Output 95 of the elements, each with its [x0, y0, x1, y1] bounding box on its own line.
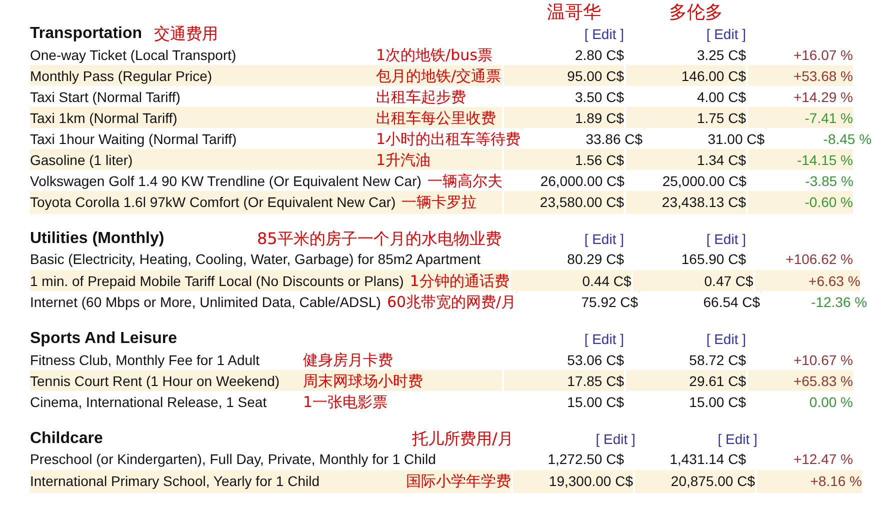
- item-label: Toyota Corolla 1.6l 97kW Comfort (Or Equivalent New Car): [30, 192, 396, 212]
- item-label: Gasoline (1 liter): [30, 150, 133, 170]
- city-label: 温哥华: [547, 4, 601, 22]
- price-value: 1.89 C$: [574, 108, 624, 128]
- annotation-note: 交通费用: [154, 23, 218, 45]
- difference-value: +106.62 %: [786, 250, 853, 269]
- price-value: 3.50 C$: [574, 88, 624, 107]
- annotation-note: 周末网球场小时费: [303, 371, 423, 392]
- difference-value: +65.83 %: [793, 372, 853, 391]
- difference-value: +53.68 %: [793, 66, 853, 86]
- item-label: Basic (Electricity, Heating, Cooling, Water, Garbage) for 85m2 Apartment: [30, 250, 481, 269]
- difference-value: +12.47 %: [793, 450, 853, 469]
- section-title: Childcare: [30, 429, 103, 449]
- price-value: 2.80 C$: [574, 46, 624, 65]
- edit-link[interactable]: [ Edit ]: [706, 330, 746, 346]
- item-label: Taxi 1hour Waiting (Normal Tariff): [30, 130, 237, 149]
- difference-value: -12.36 %: [811, 292, 868, 312]
- annotation-note: 1一张电影票: [303, 392, 388, 413]
- price-value: 17.85 C$: [567, 372, 624, 391]
- price-value: 23,438.13 C$: [662, 192, 746, 212]
- annotation-note: 1升汽油: [376, 150, 431, 171]
- difference-value: +16.07 %: [793, 46, 853, 65]
- annotation-note: 包月的地铁/交通票: [376, 66, 502, 87]
- price-value: 146.00 C$: [681, 66, 746, 86]
- difference-value: +10.67 %: [793, 350, 853, 370]
- price-value: 1.34 C$: [696, 150, 746, 170]
- item-label: Taxi Start (Normal Tariff): [30, 88, 180, 107]
- section-title: Utilities (Monthly): [30, 229, 164, 249]
- item-label: Cinema, International Release, 1 Seat: [30, 392, 267, 412]
- price-value: 53.06 C$: [567, 350, 624, 370]
- annotation-note: 出租车每公里收费: [376, 108, 496, 129]
- annotation-note: 1分钟的通话费: [410, 271, 510, 292]
- item-label: 1 min. of Prepaid Mobile Tariff Local (No Discounts or Plans): [30, 272, 404, 291]
- city-label: 多伦多: [669, 4, 723, 22]
- price-value: 95.00 C$: [567, 66, 624, 86]
- price-value: 1.75 C$: [696, 108, 746, 128]
- price-value: 3.25 C$: [696, 46, 746, 65]
- difference-value: -0.60 %: [804, 192, 853, 212]
- edit-link[interactable]: [ Edit ]: [584, 230, 624, 246]
- edit-link[interactable]: [ Edit ]: [706, 230, 746, 246]
- annotation-note: 一辆卡罗拉: [402, 192, 477, 213]
- item-label: Fitness Club, Monthly Fee for 1 Adult: [30, 350, 260, 370]
- difference-value: +14.29 %: [793, 88, 853, 107]
- price-value: 20,875.00 C$: [670, 472, 755, 491]
- price-value: 31.00 C$: [708, 130, 765, 149]
- item-label: Preschool (or Kindergarten), Full Day, Private, Monthly for 1 Child: [30, 450, 436, 469]
- edit-link[interactable]: [ Edit ]: [584, 26, 624, 42]
- item-label: One-way Ticket (Local Transport): [30, 46, 236, 65]
- item-label: International Primary School, Yearly for 1 Child: [30, 472, 320, 491]
- price-value: 1.56 C$: [574, 150, 624, 170]
- price-value: 0.44 C$: [582, 272, 632, 291]
- edit-link[interactable]: [ Edit ]: [584, 330, 624, 346]
- annotation-note: 85平米的房子一个月的水电物业费: [257, 228, 502, 250]
- price-value: 33.86 C$: [586, 130, 643, 149]
- price-value: 1,272.50 C$: [548, 450, 624, 469]
- edit-link[interactable]: [ Edit ]: [706, 26, 746, 42]
- price-value: 58.72 C$: [689, 350, 746, 370]
- item-label: Tennis Court Rent (1 Hour on Weekend): [30, 372, 280, 391]
- difference-value: 0.00 %: [809, 392, 853, 412]
- price-value: 25,000.00 C$: [662, 172, 746, 191]
- annotation-note: 1次的地铁/bus票: [376, 45, 492, 66]
- price-value: 29.61 C$: [689, 372, 746, 391]
- item-label: Taxi 1km (Normal Tariff): [30, 108, 178, 128]
- difference-value: -3.85 %: [805, 172, 854, 191]
- annotation-note: 国际小学年学费: [406, 471, 511, 492]
- item-label: Monthly Pass (Regular Price): [30, 66, 212, 86]
- price-value: 19,300.00 C$: [548, 472, 633, 491]
- annotation-note: 1小时的出租车等待费: [376, 129, 521, 150]
- section-title: Sports And Leisure: [30, 329, 177, 349]
- price-value: 75.92 C$: [581, 292, 638, 312]
- difference-value: -7.41 %: [804, 108, 853, 128]
- difference-value: +8.16 %: [810, 472, 862, 491]
- difference-value: -8.45 %: [823, 130, 872, 149]
- annotation-note: 健身房月卡费: [303, 350, 393, 371]
- item-label: Internet (60 Mbps or More, Unlimited Data, Cable/ADSL): [30, 292, 381, 312]
- annotation-note: 60兆带宽的网费/月: [386, 292, 516, 313]
- edit-link[interactable]: [ Edit ]: [596, 430, 636, 446]
- item-label: Volkswagen Golf 1.4 90 KW Trendline (Or Equivalent New Car): [30, 172, 422, 191]
- difference-value: +6.63 %: [808, 272, 860, 291]
- price-value: 15.00 C$: [567, 392, 624, 412]
- price-value: 80.29 C$: [567, 250, 624, 269]
- price-value: 1,431.14 C$: [670, 450, 746, 469]
- annotation-note: 一辆高尔夫: [427, 171, 502, 192]
- price-value: 23,580.00 C$: [540, 192, 624, 212]
- annotation-note: 出租车起步费: [376, 87, 466, 108]
- price-value: 66.54 C$: [703, 292, 760, 312]
- edit-link[interactable]: [ Edit ]: [718, 430, 758, 446]
- price-value: 0.47 C$: [704, 272, 754, 291]
- price-value: 26,000.00 C$: [540, 172, 624, 191]
- price-value: 4.00 C$: [696, 88, 746, 107]
- price-value: 15.00 C$: [689, 392, 746, 412]
- difference-value: -14.15 %: [796, 150, 853, 170]
- annotation-note: 托儿所费用/月: [412, 428, 514, 450]
- price-value: 165.90 C$: [681, 250, 746, 269]
- section-title: Transportation: [30, 24, 142, 44]
